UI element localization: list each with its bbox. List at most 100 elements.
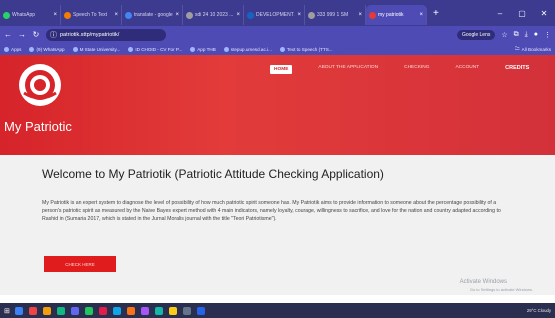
- browser-tab[interactable]: WhatsApp ×: [0, 5, 61, 25]
- page-title: Welcome to My Patriotik (Patriotic Attit…: [42, 167, 384, 181]
- bookmark-favicon-icon: [190, 46, 196, 52]
- windows-taskbar: ⊞ 29°C Cloudy: [0, 303, 555, 318]
- browser-toolbar: ← → ↻ ⓘ Google Lens ☆ ⧉ ⤓ ● ⋮: [0, 26, 555, 43]
- maximize-button[interactable]: ▢: [511, 9, 533, 18]
- tab-label: translate - google: [134, 12, 173, 18]
- taskbar-app-icon[interactable]: [140, 306, 149, 315]
- browser-tab[interactable]: DEVELOPMENT A ×: [244, 5, 305, 25]
- profile-icon[interactable]: ●: [534, 31, 538, 38]
- taskbar-app-icon[interactable]: [28, 306, 37, 315]
- tab-favicon-icon: [125, 11, 132, 19]
- bookmarks-bar: Apps (9) WhatsApp M State University... ID …: [0, 43, 555, 55]
- download-icon[interactable]: ⤓: [525, 31, 528, 39]
- all-bookmarks-button[interactable]: 🗀 All Bookmarks: [515, 45, 551, 53]
- tab-close-icon[interactable]: ×: [175, 12, 179, 18]
- new-tab-button[interactable]: +: [427, 8, 445, 19]
- taskbar-app-icon[interactable]: [112, 306, 121, 315]
- taskbar-app-icon[interactable]: [70, 306, 79, 315]
- activate-windows-subtitle: Go to Settings to activate Windows.: [469, 287, 533, 292]
- taskbar-app-icon[interactable]: [182, 306, 191, 315]
- browser-tab[interactable]: translate - google ×: [122, 5, 183, 25]
- nav-about[interactable]: ABOUT THE APPLICATION: [318, 65, 378, 74]
- taskbar-app-icon[interactable]: [168, 306, 177, 315]
- tab-label: DEVELOPMENT A: [256, 12, 296, 18]
- tab-favicon-icon: [369, 11, 376, 19]
- browser-tab[interactable]: 333 999 1 SM ×: [305, 5, 366, 25]
- site-nav: HOME ABOUT THE APPLICATION CHECKING ACCO…: [270, 65, 529, 74]
- tab-close-icon[interactable]: ×: [419, 12, 423, 18]
- taskbar-app-icon[interactable]: [14, 306, 23, 315]
- bookmark-favicon-icon: [223, 46, 229, 52]
- all-bookmarks-label: All Bookmarks: [521, 46, 551, 52]
- bookmark-label: (9) WhatsApp: [36, 46, 65, 52]
- bookmark-item[interactable]: stepup.umesd.ac.i...: [223, 46, 272, 52]
- nav-account[interactable]: ACCOUNT: [455, 65, 479, 74]
- intro-paragraph: My Patriotik is an expert system to diag…: [42, 200, 501, 223]
- nav-home[interactable]: HOME: [270, 65, 293, 74]
- reload-icon[interactable]: ↻: [32, 30, 40, 39]
- start-icon[interactable]: ⊞: [4, 307, 10, 315]
- weather-status: 29°C Cloudy: [526, 308, 551, 313]
- tab-label: Speech To Text: [73, 12, 108, 18]
- browser-tab-bar: WhatsApp × Speech To Text × translate - goog…: [0, 0, 555, 26]
- bookmark-favicon-icon: [4, 46, 9, 52]
- address-bar[interactable]: ⓘ: [46, 28, 166, 41]
- bookmark-star-icon[interactable]: ☆: [501, 31, 507, 39]
- browser-tab[interactable]: Speech To Text ×: [61, 5, 122, 25]
- activate-windows-title: Activate Windows: [459, 279, 507, 285]
- google-lens-button[interactable]: Google Lens: [457, 29, 496, 40]
- tab-label: 333 999 1 SM: [317, 12, 349, 18]
- nav-checking[interactable]: CHECKING: [404, 65, 429, 74]
- bookmark-list: Apps (9) WhatsApp M State University... ID …: [4, 46, 333, 52]
- tab-label: my patriotik: [378, 12, 404, 18]
- bookmark-item[interactable]: M State University...: [72, 46, 121, 52]
- bookmark-item[interactable]: Text to Speech (TTS...: [279, 46, 333, 52]
- bookmark-favicon-icon: [29, 46, 35, 52]
- taskbar-app-icon[interactable]: [84, 306, 93, 315]
- tab-label: sdi 24 10 2023 ...: [195, 12, 234, 18]
- bookmark-item[interactable]: ID CHOID - CV For P...: [128, 46, 183, 52]
- check-here-button[interactable]: CHECK HERE: [44, 256, 116, 272]
- close-window-button[interactable]: ✕: [533, 9, 555, 18]
- tab-close-icon[interactable]: ×: [358, 12, 362, 18]
- tab-close-icon[interactable]: ×: [236, 12, 240, 18]
- nav-credits[interactable]: CREDITS: [505, 65, 529, 74]
- site-header: My Patriotic HOME ABOUT THE APPLICATION …: [0, 55, 555, 155]
- taskbar-app-icon[interactable]: [196, 306, 205, 315]
- bookmark-label: Apps: [11, 46, 22, 52]
- extensions-icon[interactable]: ⧉: [514, 31, 519, 39]
- taskbar-app-icon[interactable]: [56, 306, 65, 315]
- taskbar-app-icon[interactable]: [98, 306, 107, 315]
- folder-icon: 🗀: [515, 46, 520, 51]
- bookmark-label: M State University...: [79, 46, 121, 52]
- minimize-button[interactable]: –: [489, 9, 511, 18]
- browser-tab[interactable]: sdi 24 10 2023 ... ×: [183, 5, 244, 25]
- bookmark-item[interactable]: Apps: [4, 46, 22, 52]
- site-title: My Patriotic: [4, 119, 72, 134]
- tab-favicon-icon: [247, 11, 254, 19]
- taskbar-app-icon[interactable]: [154, 306, 163, 315]
- tab-close-icon[interactable]: ×: [53, 12, 57, 18]
- tab-close-icon[interactable]: ×: [114, 12, 118, 18]
- bookmark-favicon-icon: [128, 46, 134, 52]
- url-field[interactable]: [60, 31, 160, 38]
- tab-label: WhatsApp: [12, 12, 36, 18]
- site-info-icon[interactable]: ⓘ: [50, 30, 57, 40]
- tab-favicon-icon: [3, 11, 10, 19]
- taskbar-apps: [14, 306, 205, 315]
- taskbar-app-icon[interactable]: [126, 306, 135, 315]
- back-icon[interactable]: ←: [4, 30, 12, 39]
- tab-favicon-icon: [64, 11, 71, 19]
- tab-favicon-icon: [186, 11, 193, 19]
- tab-favicon-icon: [308, 11, 315, 19]
- bookmark-label: stepup.umesd.ac.i...: [230, 46, 272, 52]
- taskbar-app-icon[interactable]: [42, 306, 51, 315]
- bookmark-label: ID CHOID - CV For P...: [135, 46, 183, 52]
- tab-close-icon[interactable]: ×: [297, 12, 301, 18]
- bookmark-item[interactable]: App THB: [190, 46, 216, 52]
- forward-icon[interactable]: →: [18, 30, 26, 39]
- patriotik-logo-icon: [19, 64, 61, 106]
- menu-icon[interactable]: ⋮: [544, 31, 551, 39]
- bookmark-item[interactable]: (9) WhatsApp: [29, 46, 65, 52]
- browser-tab[interactable]: my patriotik ×: [366, 5, 427, 25]
